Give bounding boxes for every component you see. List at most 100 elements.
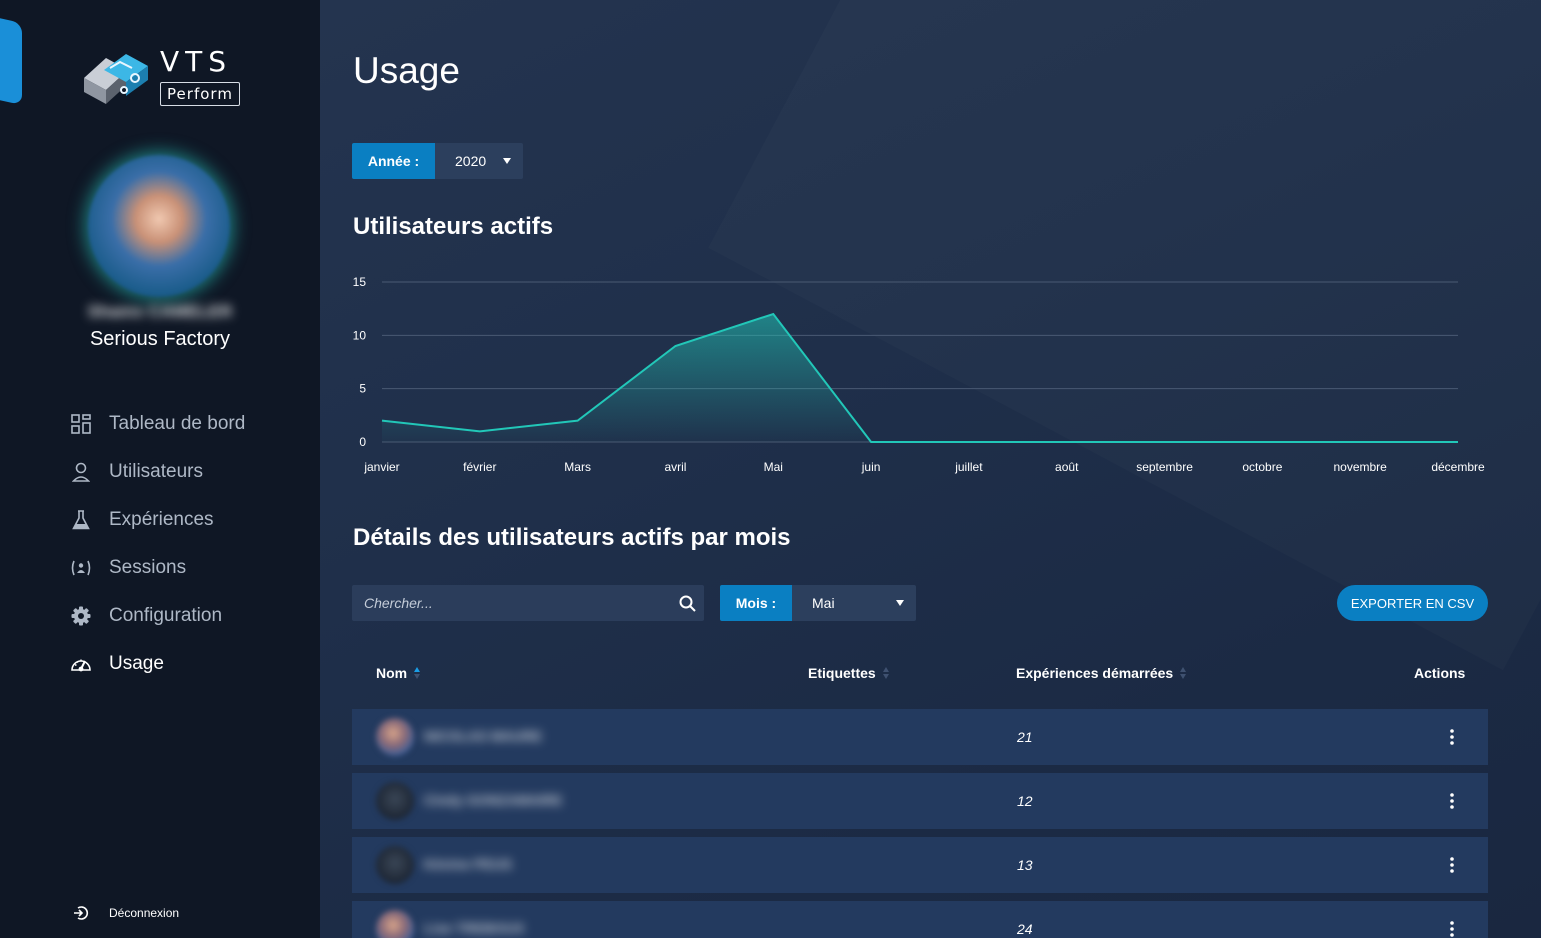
month-dropdown-value: Mai (812, 595, 835, 611)
search-box (352, 585, 704, 621)
table-row[interactable]: NICOLAS MAURE 21 (352, 709, 1488, 765)
data-point[interactable] (767, 308, 779, 320)
logout-button[interactable]: Déconnexion (70, 902, 179, 924)
table-header: Nom Etiquettes Expériences démarrées Act… (352, 660, 1488, 690)
table-body: NICOLAS MAURE 21 Cindy GONZAMAIRE 12 Kév… (352, 709, 1488, 938)
column-header-actions: Actions (1414, 665, 1465, 681)
data-point[interactable] (376, 415, 388, 427)
sort-icon (414, 667, 421, 679)
more-options-icon[interactable] (1438, 787, 1466, 815)
series-line (381, 312, 1458, 443)
sidebar-accent-shape (0, 17, 22, 105)
data-point[interactable] (963, 436, 975, 448)
column-label: Actions (1414, 665, 1466, 681)
x-tick-label: janvier (363, 460, 399, 474)
nav-item-sessions[interactable]: Sessions (0, 544, 320, 592)
sidebar-nav: Tableau de bord Utilisateurs Expériences (0, 400, 320, 688)
data-point[interactable] (1354, 436, 1366, 448)
nav-label: Usage (109, 653, 164, 674)
year-filter-label: Année : (352, 143, 435, 179)
user-avatar[interactable] (88, 155, 230, 297)
y-tick-label: 0 (359, 435, 366, 449)
nav-item-experiences[interactable]: Expériences (0, 496, 320, 544)
row-experiences-count: 21 (1017, 729, 1033, 745)
column-label: Expériences démarrées (1016, 665, 1174, 681)
column-label: Etiquettes (808, 665, 876, 681)
row-experiences-count: 13 (1017, 857, 1033, 873)
x-tick-label: Mai (764, 460, 783, 474)
row-name: Kévine PEUS (424, 856, 512, 872)
caret-down-icon (503, 158, 511, 164)
row-experiences-count: 24 (1017, 921, 1033, 937)
logout-icon (70, 902, 92, 924)
month-filter-label: Mois : (720, 585, 792, 621)
data-point[interactable] (1061, 436, 1073, 448)
vts-logo-icon (84, 54, 148, 104)
year-filter[interactable]: Année : 2020 (352, 143, 523, 179)
main-content: Usage Année : 2020 Utilisateurs actifs 0… (320, 0, 1541, 938)
user-name: Shams CAMELER (87, 302, 233, 321)
nav-item-usage[interactable]: Usage (0, 640, 320, 688)
x-tick-label: décembre (1431, 460, 1485, 474)
gear-icon (70, 605, 92, 627)
data-point[interactable] (572, 415, 584, 427)
data-point[interactable] (474, 425, 486, 437)
x-tick-label: février (463, 460, 496, 474)
more-options-icon[interactable] (1438, 723, 1466, 751)
data-point[interactable] (865, 436, 877, 448)
nav-label: Sessions (109, 557, 187, 578)
nav-item-tableau-de-bord[interactable]: Tableau de bord (0, 400, 320, 448)
sessions-icon (70, 557, 92, 579)
x-tick-label: juin (861, 460, 881, 474)
y-tick-label: 15 (353, 275, 367, 289)
sort-icon (1180, 667, 1187, 679)
x-tick-label: Mars (564, 460, 591, 474)
nav-item-configuration[interactable]: Configuration (0, 592, 320, 640)
series-area (382, 314, 1458, 442)
table-row[interactable]: Lise TREBOUX 24 (352, 901, 1488, 938)
data-point[interactable] (1159, 436, 1171, 448)
data-point[interactable] (1256, 436, 1268, 448)
nav-item-utilisateurs[interactable]: Utilisateurs (0, 448, 320, 496)
search-input[interactable] (352, 585, 670, 621)
x-tick-label: octobre (1242, 460, 1282, 474)
nav-label: Utilisateurs (109, 461, 203, 482)
table-row[interactable]: Cindy GONZAMAIRE 12 (352, 773, 1488, 829)
y-tick-label: 5 (359, 382, 366, 396)
year-dropdown-value: 2020 (455, 153, 487, 169)
active-users-chart: 0 5 10 15 janvier février Mars avril Mai juin juil… (353, 275, 1485, 474)
nav-label: Tableau de bord (109, 413, 246, 434)
row-experiences-count: 12 (1017, 793, 1033, 809)
column-header-nom[interactable]: Nom (376, 665, 421, 681)
gauge-icon (70, 653, 92, 675)
x-tick-label: avril (664, 460, 686, 474)
month-dropdown[interactable]: Mai (792, 585, 916, 621)
caret-down-icon (896, 600, 904, 606)
column-header-experiences[interactable]: Expériences démarrées (1016, 665, 1187, 681)
export-csv-button[interactable]: EXPORTER EN CSV (1337, 585, 1488, 621)
search-icon[interactable] (670, 585, 704, 621)
user-icon (70, 461, 92, 483)
page-title: Usage (353, 50, 460, 91)
dashboard-icon (70, 413, 92, 435)
nav-label: Configuration (109, 605, 223, 626)
column-header-etiquettes[interactable]: Etiquettes (808, 665, 889, 681)
avatar (376, 718, 414, 756)
data-point[interactable] (669, 340, 681, 352)
logout-label: Déconnexion (109, 906, 180, 920)
chart-title: Utilisateurs actifs (353, 213, 554, 240)
data-point[interactable] (1452, 436, 1464, 448)
more-options-icon[interactable] (1438, 851, 1466, 879)
sidebar: VTS Perform Shams CAMELER Serious Factor… (0, 0, 320, 938)
month-filter[interactable]: Mois : Mai (720, 585, 916, 621)
x-tick-label: août (1055, 460, 1079, 474)
x-tick-label: septembre (1136, 460, 1193, 474)
more-options-icon[interactable] (1438, 915, 1466, 938)
row-name: Cindy GONZAMAIRE (424, 792, 563, 808)
year-dropdown[interactable]: 2020 (435, 143, 523, 179)
avatar (376, 782, 414, 820)
avatar (376, 846, 414, 884)
row-name: Lise TREBOUX (424, 920, 525, 936)
table-row[interactable]: Kévine PEUS 13 (352, 837, 1488, 893)
avatar (376, 910, 414, 938)
